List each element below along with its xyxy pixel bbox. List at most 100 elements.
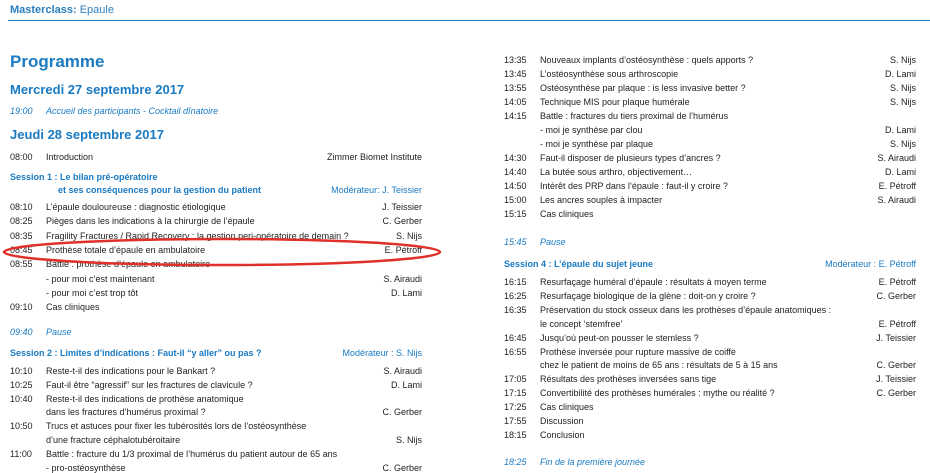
schedule-speaker: S. Nijs [889, 55, 916, 65]
schedule-title: L’épaule douloureuse : diagnostic étiolo… [46, 202, 226, 212]
schedule-title: Fragility Fractures / Rapid Recovery : l… [46, 230, 349, 241]
schedule-time: 10:50 [10, 421, 33, 432]
schedule-title: Les ancres souples à impacter [540, 195, 663, 205]
pause1-label: Pause [46, 327, 72, 337]
schedule-title: Ostéosynthèse par plaque : is less invas… [540, 83, 746, 93]
end-time: 18:25 [504, 457, 527, 467]
schedule-speaker: C. Gerber [876, 388, 916, 399]
schedule-time: 14:40 [504, 167, 527, 177]
schedule-speaker: D. Lami [884, 69, 916, 79]
schedule-title: Jusqu’où peut-on pousser le stemless ? [540, 332, 699, 343]
schedule-speaker: S. Nijs [395, 435, 422, 445]
schedule-title: Faut-il être “agressif” sur les fracture… [46, 379, 253, 390]
schedule-title: La butée sous arthro, objectivement… [540, 167, 693, 177]
schedule-speaker: D. Lami [390, 379, 422, 390]
schedule-speaker: D. Lami [884, 167, 916, 177]
schedule-speaker: C. Gerber [382, 462, 422, 473]
schedule-title: - pour moi c’est maintenant [46, 273, 155, 284]
schedule-speaker: S. Nijs [889, 83, 916, 93]
schedule-time: 14:15 [504, 111, 527, 121]
schedule-title: Intérêt des PRP dans l’épaule : faut-il … [540, 181, 728, 191]
masterclass-header: Masterclass: Epaule [10, 4, 114, 16]
schedule-title: d’une fracture céphalotubéroitaire [46, 435, 181, 445]
header-prefix: Masterclass: [10, 4, 77, 16]
schedule-time: 14:50 [504, 181, 527, 191]
schedule-title: Conclusion [540, 429, 585, 440]
schedule-time: 13:45 [504, 69, 527, 79]
day1-time: 19:00 [10, 106, 33, 116]
schedule-time: 17:15 [504, 388, 527, 399]
schedule-title: Reste-t-il des indications de prothèse a… [46, 393, 244, 404]
schedule-title: - moi je synthèse par plaque [540, 139, 654, 149]
schedule-title: Cas cliniques [46, 302, 100, 313]
schedule-title: Battle : prothèse d’épaule en ambulatoir… [46, 259, 211, 270]
schedule-speaker: D. Lami [390, 287, 422, 298]
pause2-time: 15:45 [504, 237, 527, 247]
schedule-title: Reste-t-il des indications pour le Banka… [46, 366, 216, 376]
schedule-speaker: S. Nijs [889, 139, 916, 149]
schedule-time: 17:05 [504, 374, 527, 385]
schedule-title: - pro-ostéosynthèse [46, 462, 126, 473]
schedule-speaker: J. Teissier [876, 374, 916, 385]
day1-heading: Mercredi 27 septembre 2017 [10, 82, 185, 97]
schedule-time: 14:05 [504, 97, 527, 107]
schedule-title: le concept ‘stemfree’ [540, 318, 623, 329]
schedule-title: Préservation du stock osseux dans les pr… [540, 304, 832, 315]
schedule-title: Battle : fractures du tiers proximal de … [540, 111, 729, 121]
schedule-speaker: S. Nijs [395, 230, 422, 241]
schedule-title: dans les fractures d’humérus proximal ? [46, 407, 206, 418]
day1-event: Accueil des participants - Cocktail dîna… [46, 106, 219, 116]
schedule-title: - moi je synthèse par clou [540, 125, 643, 135]
schedule-speaker: C. Gerber [876, 360, 916, 371]
schedule-time: 10:10 [10, 366, 33, 376]
schedule-time: 16:25 [504, 290, 527, 301]
schedule-title: Technique MIS pour plaque humérale [540, 97, 690, 107]
schedule-time: 10:40 [10, 393, 33, 404]
schedule-time: 16:45 [504, 332, 527, 343]
schedule-title: Faut-il disposer de plusieurs types d’an… [540, 153, 721, 163]
schedule-title: Discussion [540, 416, 584, 426]
schedule-time: 10:25 [10, 379, 33, 390]
end-label: Fin de la première journée [540, 457, 646, 467]
session4-title: Session 4 : L’épaule du sujet jeune [504, 259, 654, 269]
schedule-title: - pour moi c’est trop tôt [46, 287, 139, 298]
schedule-time: 16:35 [504, 304, 527, 315]
session4-moderator: Modérateur : E. Pétroff [825, 259, 916, 269]
session1-moderator: Modérateur: J. Teissier [331, 185, 422, 195]
schedule-title: Trucs et astuces pour fixer les tubérosi… [46, 421, 307, 432]
session2-title: Session 2 : Limites d’indications : Faut… [10, 348, 262, 358]
schedule-speaker: S. Nijs [889, 97, 916, 107]
schedule-time: 15:15 [504, 209, 527, 219]
pause1-time: 09:40 [10, 327, 33, 337]
schedule-title: Convertibilité des prothèses humérales :… [540, 388, 775, 399]
schedule-title: Resurfaçage huméral d’épaule : résultats… [540, 277, 767, 287]
schedule-title: chez le patient de moins de 65 ans : rés… [540, 360, 778, 371]
intro-time: 08:00 [10, 152, 33, 162]
schedule-time: 09:10 [10, 302, 33, 313]
schedule-title: Cas cliniques [540, 402, 594, 413]
intro-title: Introduction [46, 152, 94, 162]
schedule-speaker: E. Pétroff [384, 244, 422, 255]
pause2-label: Pause [540, 237, 566, 247]
schedule-speaker: S. Airaudi [383, 273, 422, 284]
session1-subtitle: et ses conséquences pour la gestion du p… [58, 185, 262, 195]
schedule-speaker: D. Lami [884, 125, 916, 135]
schedule-speaker: J. Teissier [382, 202, 422, 212]
schedule-time: 08:35 [10, 230, 33, 241]
day2-heading: Jeudi 28 septembre 2017 [10, 127, 164, 142]
schedule-title: Prothèse inversée pour rupture massive d… [540, 346, 736, 357]
schedule-speaker: S. Airaudi [877, 153, 916, 163]
schedule-time: 15:00 [504, 195, 527, 205]
schedule-title: Prothèse totale d’épaule en ambulatoire [46, 244, 206, 255]
schedule-speaker: E. Pétroff [878, 318, 916, 329]
schedule-speaker: C. Gerber [876, 290, 916, 301]
schedule-speaker: C. Gerber [382, 216, 422, 227]
header-rule [8, 20, 930, 21]
schedule-speaker: C. Gerber [382, 407, 422, 418]
page-title: Programme [10, 52, 105, 71]
schedule-time: 18:15 [504, 429, 527, 440]
schedule-time: 13:35 [504, 55, 527, 65]
schedule-time: 11:00 [10, 448, 32, 459]
schedule-speaker: S. Airaudi [877, 195, 916, 205]
intro-speaker: Zimmer Biomet Institute [326, 152, 422, 162]
